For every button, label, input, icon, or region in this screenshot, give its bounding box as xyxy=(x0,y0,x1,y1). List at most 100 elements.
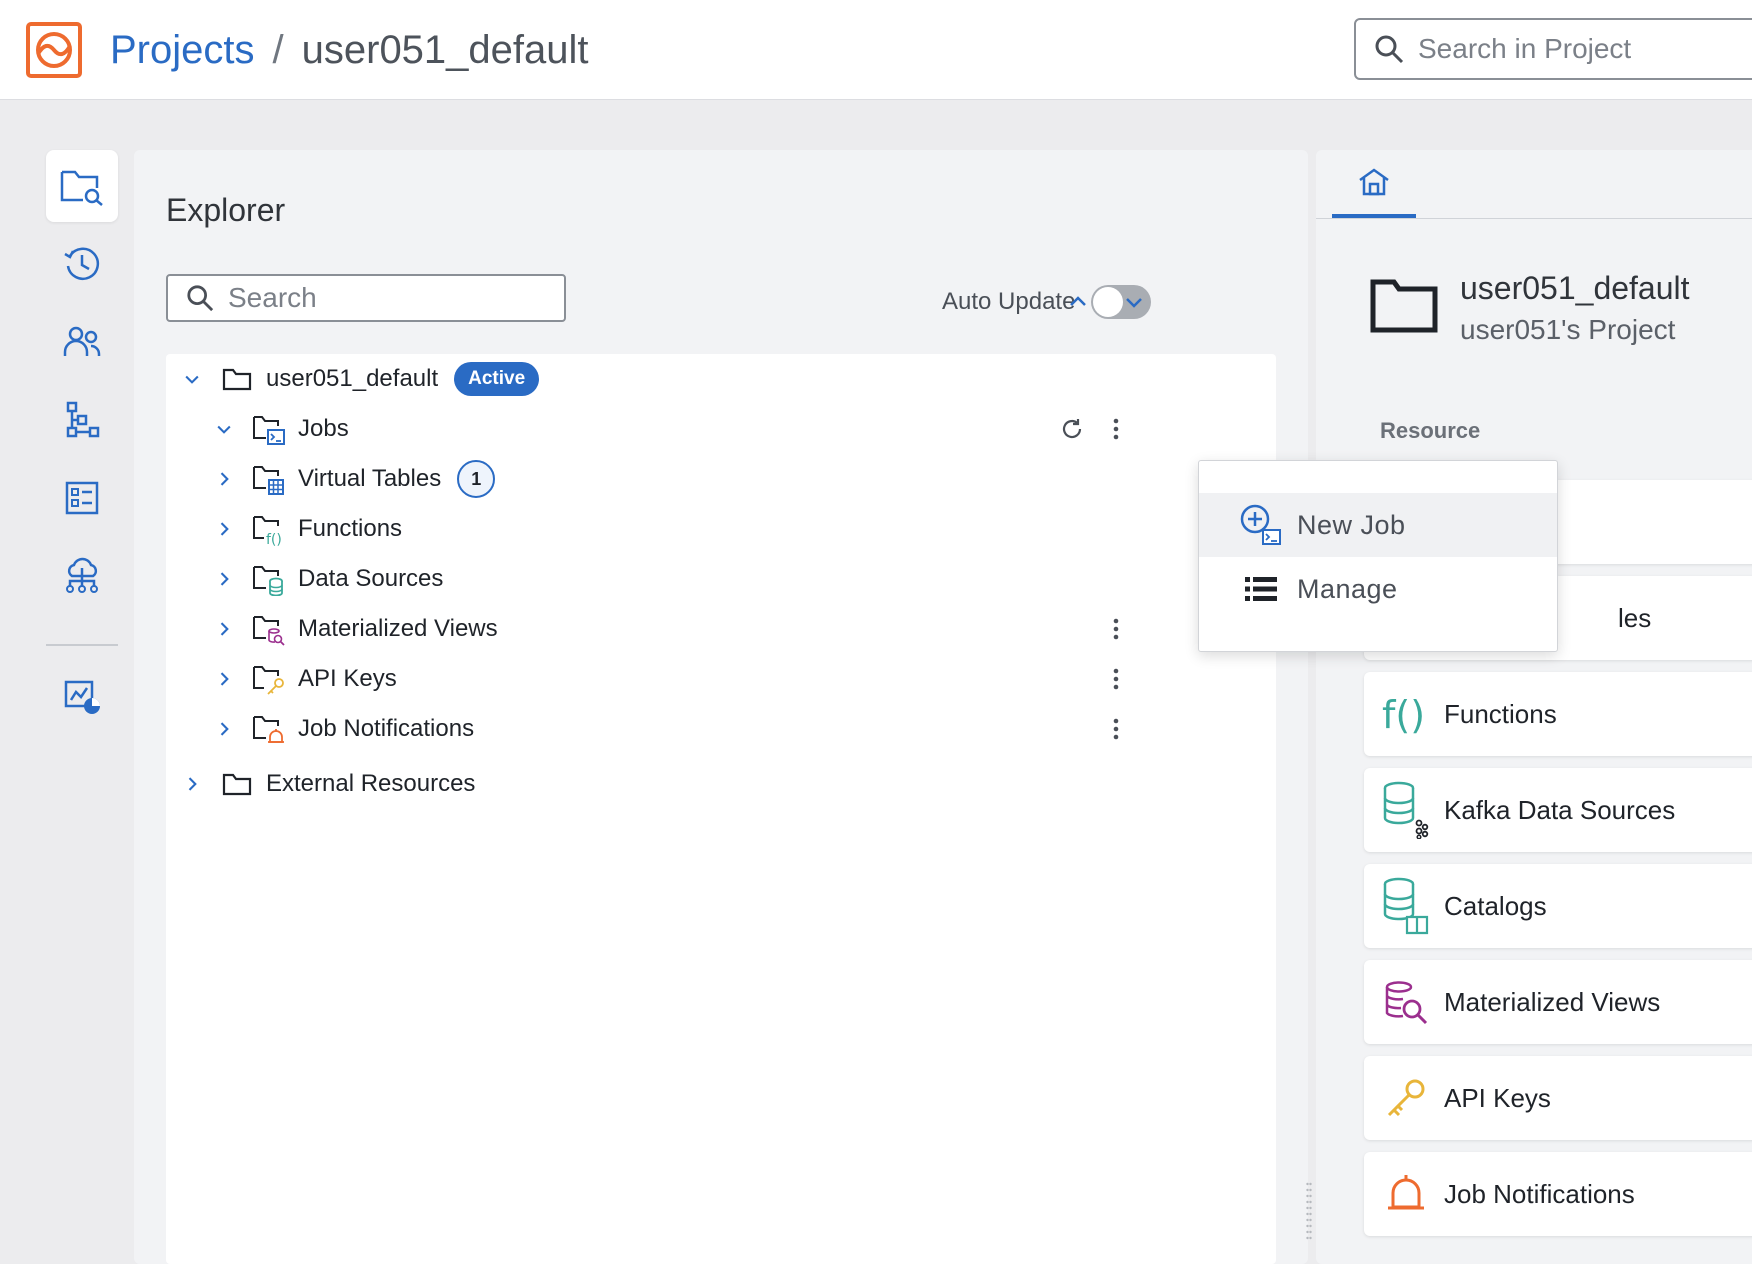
project-search-box[interactable] xyxy=(1354,18,1752,80)
tree-label-job-notifications[interactable]: Job Notifications xyxy=(298,715,474,743)
resource-card-materialized-views[interactable]: Materialized Views xyxy=(1364,960,1752,1044)
explorer-icon[interactable] xyxy=(46,150,118,222)
materialized-views-icon xyxy=(1378,974,1434,1030)
tree-label-api-keys[interactable]: API Keys xyxy=(298,665,397,693)
resource-card-job-notifications[interactable]: Job Notifications xyxy=(1364,1152,1752,1236)
tree-node-external-resources: External Resources xyxy=(178,759,475,809)
tab-underline-divider xyxy=(1316,218,1752,219)
resource-card-kafka-data-sources[interactable]: Kafka Data Sources xyxy=(1364,768,1752,852)
collapse-up-button[interactable] xyxy=(1060,284,1096,320)
jobs-folder-icon xyxy=(252,412,286,446)
chevron-down-icon[interactable] xyxy=(210,415,238,443)
users-icon[interactable] xyxy=(46,306,118,378)
chevron-right-icon[interactable] xyxy=(210,465,238,493)
project-overview-panel: user051_default user051's Project Resour… xyxy=(1316,150,1752,1264)
tree-label-data-sources[interactable]: Data Sources xyxy=(298,565,443,593)
home-icon xyxy=(1359,168,1389,196)
auto-update-label: Auto Update xyxy=(942,288,1076,315)
key-icon xyxy=(1378,1070,1434,1126)
new-job-icon xyxy=(1239,503,1283,547)
project-subtitle: user051's Project xyxy=(1460,314,1676,345)
jobs-more-options-icon[interactable] xyxy=(1100,413,1132,445)
apikeys-more-options-icon[interactable] xyxy=(1100,663,1132,695)
resource-card-catalogs[interactable]: Catalogs xyxy=(1364,864,1752,948)
history-icon[interactable] xyxy=(46,228,118,300)
explorer-tree: user051_default Active Jobs Virtual Tabl… xyxy=(166,354,1276,1264)
menu-item-new-job[interactable]: New Job xyxy=(1199,493,1557,557)
breadcrumb: Projects / user051_default xyxy=(110,22,589,78)
resource-heading: Resource xyxy=(1380,418,1481,443)
tables-folder-icon xyxy=(252,462,286,496)
chevron-right-icon[interactable] xyxy=(178,770,206,798)
rail-divider xyxy=(46,644,118,646)
chevron-right-icon[interactable] xyxy=(210,665,238,693)
explorer-search-input[interactable] xyxy=(228,282,548,314)
folder-icon xyxy=(1370,278,1438,339)
resource-card-label: Materialized Views xyxy=(1444,986,1661,1017)
hierarchy-icon[interactable] xyxy=(46,384,118,456)
notifications-more-options-icon[interactable] xyxy=(1100,713,1132,745)
chevron-right-icon[interactable] xyxy=(210,615,238,643)
monitoring-icon[interactable] xyxy=(46,660,118,732)
expand-down-button[interactable] xyxy=(1116,284,1152,320)
chevron-right-icon[interactable] xyxy=(210,565,238,593)
tree-node-api-keys: API Keys xyxy=(210,654,397,704)
chevron-down-icon xyxy=(1126,298,1142,308)
menu-item-label: New Job xyxy=(1297,509,1406,540)
chevron-down-icon[interactable] xyxy=(178,365,206,393)
tree-node-jobs: Jobs xyxy=(210,404,349,454)
folder-icon xyxy=(220,362,254,396)
resource-card-label: Kafka Data Sources xyxy=(1444,794,1676,825)
breadcrumb-projects-link[interactable]: Projects xyxy=(110,28,255,73)
tree-node-materialized-views: Materialized Views xyxy=(210,604,498,654)
menu-item-manage[interactable]: Manage xyxy=(1199,557,1557,621)
top-bar: Projects / user051_default xyxy=(0,0,1752,100)
resource-card-partial-label: les xyxy=(1618,602,1652,633)
svg-text:f(): f() xyxy=(266,532,282,546)
functions-folder-icon: f() xyxy=(252,512,286,546)
panel-resize-handle[interactable] xyxy=(1306,1180,1312,1244)
search-icon xyxy=(187,285,214,312)
project-name: user051_default xyxy=(1460,270,1690,306)
menu-item-label: Manage xyxy=(1297,573,1398,604)
resource-card-functions[interactable]: f() Functions xyxy=(1364,672,1752,756)
datasources-folder-icon xyxy=(252,562,286,596)
chevron-right-icon[interactable] xyxy=(210,515,238,543)
notifications-folder-icon xyxy=(252,712,286,746)
breadcrumb-separator: / xyxy=(272,27,284,72)
jobs-context-menu: New Job Manage xyxy=(1198,460,1558,652)
functions-icon: f() xyxy=(1378,686,1434,742)
kafka-icon xyxy=(1378,781,1434,839)
app-logo-icon[interactable] xyxy=(26,22,82,78)
tree-node-virtual-tables: Virtual Tables 1 xyxy=(210,454,496,504)
resource-card-label: Functions xyxy=(1444,698,1557,729)
chevron-right-icon[interactable] xyxy=(210,715,238,743)
mv-more-options-icon[interactable] xyxy=(1100,613,1132,645)
dashboard-icon[interactable] xyxy=(46,462,118,534)
count-badge: 1 xyxy=(457,460,496,498)
tree-label-virtual-tables[interactable]: Virtual Tables xyxy=(298,465,441,493)
project-search-input[interactable] xyxy=(1418,33,1718,65)
tab-home[interactable] xyxy=(1332,150,1416,218)
resource-card-label: Job Notifications xyxy=(1444,1178,1635,1209)
tree-node-project-root: user051_default Active xyxy=(178,354,540,404)
resource-card-api-keys[interactable]: API Keys xyxy=(1364,1056,1752,1140)
project-root-label[interactable]: user051_default xyxy=(266,365,438,393)
cloud-network-icon[interactable] xyxy=(46,540,118,612)
search-icon xyxy=(1375,35,1404,64)
tree-node-data-sources: Data Sources xyxy=(210,554,443,604)
tree-label-materialized-views[interactable]: Materialized Views xyxy=(298,615,498,643)
tree-label-functions[interactable]: Functions xyxy=(298,515,402,543)
status-badge: Active xyxy=(454,362,540,396)
explorer-panel: Explorer Auto Update user051_default Act… xyxy=(134,150,1308,1264)
folder-icon xyxy=(220,767,254,801)
catalog-icon xyxy=(1378,877,1434,935)
explorer-search-box[interactable] xyxy=(166,274,566,322)
tree-node-functions: f() Functions xyxy=(210,504,402,554)
resource-card-label: Catalogs xyxy=(1444,890,1547,921)
tree-label-external-resources[interactable]: External Resources xyxy=(266,770,475,798)
breadcrumb-current-project: user051_default xyxy=(301,27,589,72)
refresh-icon[interactable] xyxy=(1056,413,1088,445)
tree-label-jobs[interactable]: Jobs xyxy=(298,415,349,443)
explorer-title: Explorer xyxy=(166,192,286,228)
